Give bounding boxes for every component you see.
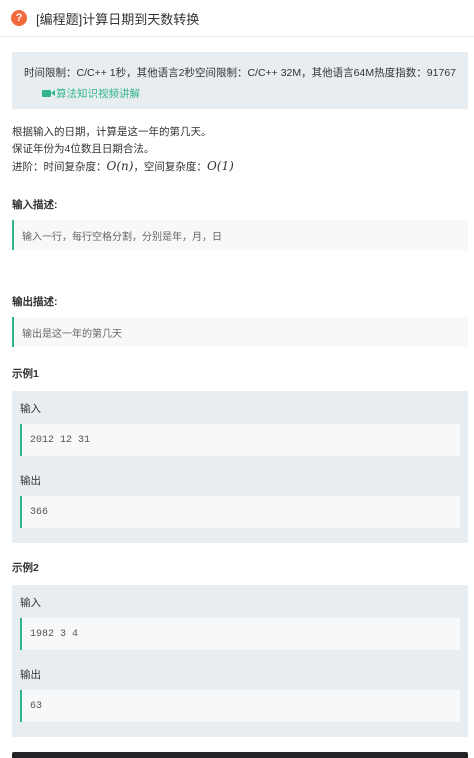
input-description-box: 输入一行，每行空格分割，分别是年，月，日 (12, 220, 468, 250)
output-description-box: 输出是这一年的第几天 (12, 317, 468, 347)
video-camera-icon (42, 90, 55, 97)
example-2-input[interactable]: 1982 3 4 (20, 618, 460, 650)
heat-index: 热度指数：91767 (374, 67, 456, 79)
question-icon: ? (11, 10, 27, 26)
example-2-heading: 示例2 (12, 562, 39, 574)
space-complexity: O(1) (206, 159, 234, 173)
problem-description: 根据输入的日期，计算是这一年的第几天。 保证年份为4位数且日期合法。 进阶：时间… (12, 124, 234, 176)
example-2-output-label: 输出 (20, 669, 41, 681)
problem-title-bar: ? [编程题]计算日期到天数转换 (0, 0, 474, 37)
space-limit: 空间限制：C/C++ 32M，其他语言64M (194, 67, 375, 79)
example-1-input-label: 输入 (20, 403, 41, 415)
problem-title: [编程题]计算日期到天数转换 (36, 11, 200, 27)
input-description-heading: 输入描述: (12, 199, 58, 211)
description-line-3: 进阶：时间复杂度：O(n)，空间复杂度：O(1) (12, 159, 234, 173)
limits-panel: 时间限制：C/C++ 1秒，其他语言2秒 空间限制：C/C++ 32M，其他语言… (12, 52, 468, 109)
time-complexity: O(n) (106, 159, 134, 173)
code-editor-toolbar[interactable] (12, 752, 468, 758)
description-line-2: 保证年份为4位数且日期合法。 (12, 143, 155, 155)
example-2-input-label: 输入 (20, 597, 41, 609)
example-1-output-label: 输出 (20, 475, 41, 487)
example-1-output[interactable]: 366 (20, 496, 460, 528)
video-explanation-link[interactable]: 算法知识视频讲解 (42, 86, 456, 101)
video-link-label: 算法知识视频讲解 (56, 88, 140, 100)
example-1-panel: 输入 2012 12 31 输出 366 (12, 391, 468, 543)
time-limit: 时间限制：C/C++ 1秒，其他语言2秒 (24, 67, 195, 79)
example-2-panel: 输入 1982 3 4 输出 63 (12, 585, 468, 737)
example-2-output[interactable]: 63 (20, 690, 460, 722)
example-1-heading: 示例1 (12, 368, 39, 380)
output-description-heading: 输出描述: (12, 296, 58, 308)
description-line-1: 根据输入的日期，计算是这一年的第几天。 (12, 126, 212, 138)
example-1-input[interactable]: 2012 12 31 (20, 424, 460, 456)
